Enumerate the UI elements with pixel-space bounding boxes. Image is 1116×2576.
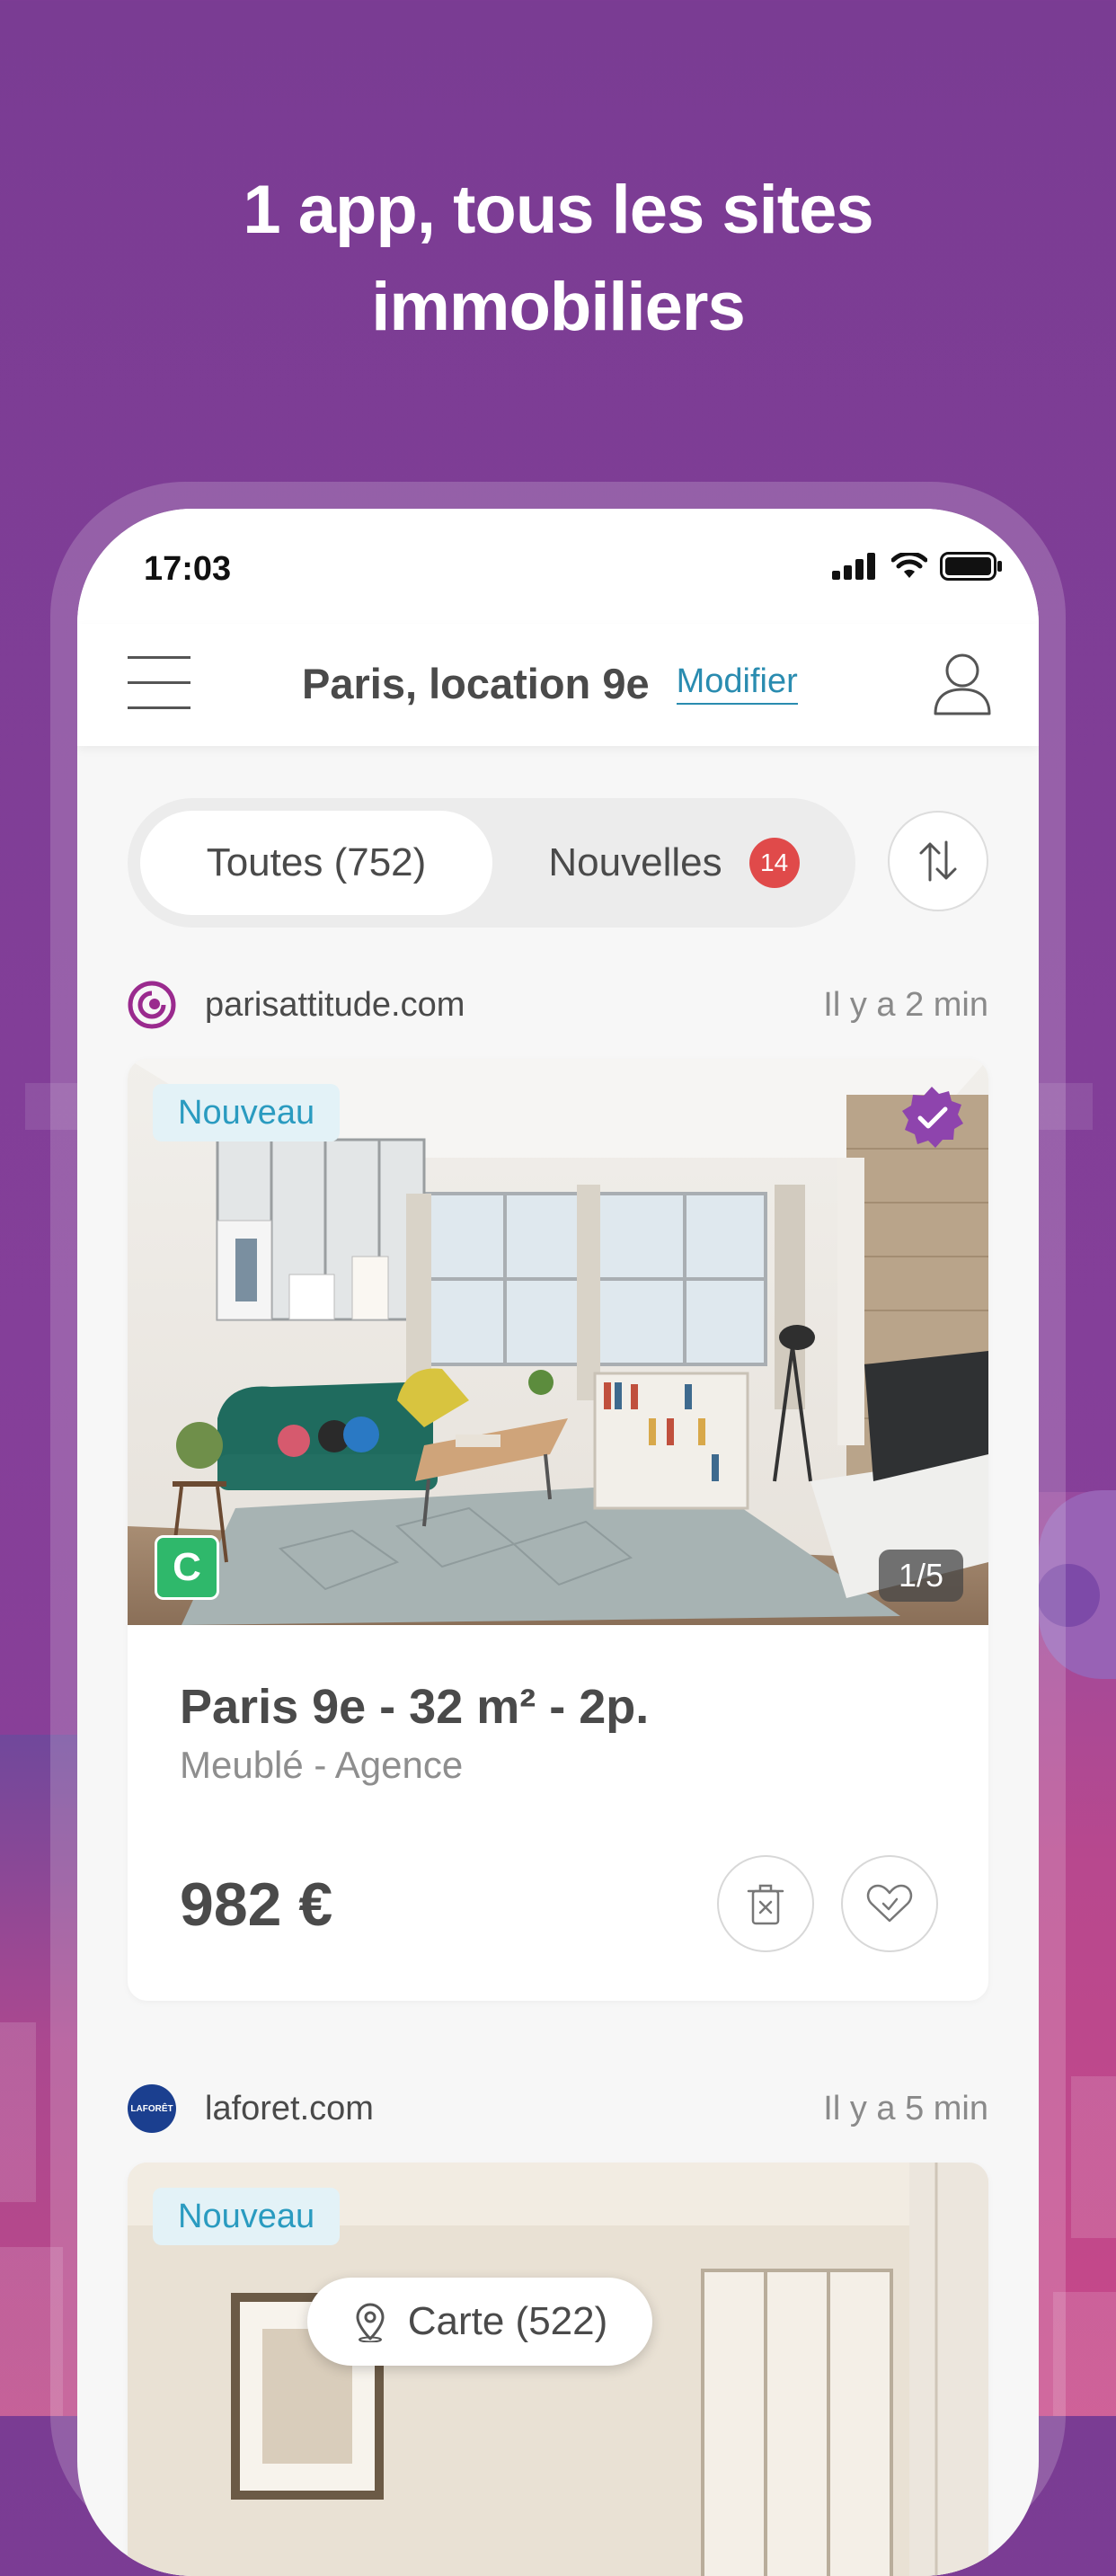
modify-link[interactable]: Modifier [676, 662, 798, 705]
listing-card[interactable]: Nouveau C 1/5 Paris 9e - 32 m² - 2p. Meu… [128, 1059, 988, 2001]
status-bar: 17:03 [77, 509, 1039, 624]
verified-icon [902, 1087, 963, 1148]
wifi-icon [891, 553, 927, 578]
tab-new[interactable]: Nouvelles 14 [505, 811, 843, 915]
search-title: Paris, location 9e [302, 659, 650, 707]
listing-time: Il y a 5 min [823, 2089, 988, 2127]
app-bar-title-group: Paris, location 9e Modifier [302, 656, 798, 710]
favorite-button[interactable] [841, 1855, 938, 1952]
filter-tabs: Toutes (752) Nouvelles 14 [128, 798, 855, 928]
cellular-icon [832, 553, 875, 580]
map-button[interactable]: Carte (522) [307, 2278, 652, 2366]
discard-button[interactable] [717, 1855, 814, 1952]
new-tag: Nouveau [153, 1084, 341, 1141]
listing-time: Il y a 2 min [823, 985, 988, 1024]
photo-counter: 1/5 [878, 1550, 963, 1602]
listing-source-row: parisattitude.com Il y a 2 min [128, 978, 988, 1032]
phone-screen: 17:03 Paris, location 9e Modifier Toutes… [77, 509, 1039, 2576]
new-count-badge: 14 [748, 838, 800, 888]
listing-title: Paris 9e - 32 m² - 2p. [180, 1680, 650, 1734]
listing-photo[interactable]: Nouveau [128, 2163, 988, 2576]
status-icons [832, 552, 1003, 581]
menu-icon[interactable] [128, 656, 190, 710]
sort-button[interactable] [888, 811, 988, 911]
heart-icon [866, 1884, 913, 1923]
laforet-logo-text: LAFORÊT [130, 2103, 173, 2114]
headline: 1 app, tous les sites immobiliers [243, 172, 873, 345]
trash-icon [747, 1884, 784, 1925]
source-name[interactable]: laforet.com [205, 2090, 374, 2128]
tab-new-label: Nouvelles [548, 840, 722, 884]
energy-class-badge: C [155, 1535, 219, 1600]
sort-icon [919, 840, 957, 882]
app-bar: Paris, location 9e Modifier [77, 624, 1039, 746]
parisattitude-logo-icon [128, 981, 176, 1029]
battery-icon [940, 552, 1002, 581]
living-room-photo [128, 1059, 988, 1625]
source-logo: LAFORÊT [128, 2084, 176, 2133]
listing-price: 982 € [180, 1870, 333, 1939]
listing-subtitle: Meublé - Agence [180, 1744, 464, 1786]
status-time: 17:03 [144, 550, 232, 588]
listing-photo[interactable]: Nouveau C 1/5 [128, 1059, 988, 1625]
map-button-label: Carte (522) [407, 2299, 608, 2343]
source-logo [128, 981, 176, 1029]
map-pin-icon [356, 2303, 385, 2342]
listing-card[interactable]: Nouveau [128, 2163, 988, 2576]
tab-all[interactable]: Toutes (752) [140, 811, 492, 915]
new-tag: Nouveau [153, 2188, 341, 2245]
user-icon[interactable] [933, 653, 992, 715]
listing-source-row: LAFORÊT laforet.com Il y a 5 min [128, 2082, 988, 2136]
source-name[interactable]: parisattitude.com [205, 986, 465, 1025]
listing-details: Paris 9e - 32 m² - 2p. Meublé - Agence 9… [128, 1625, 988, 2001]
